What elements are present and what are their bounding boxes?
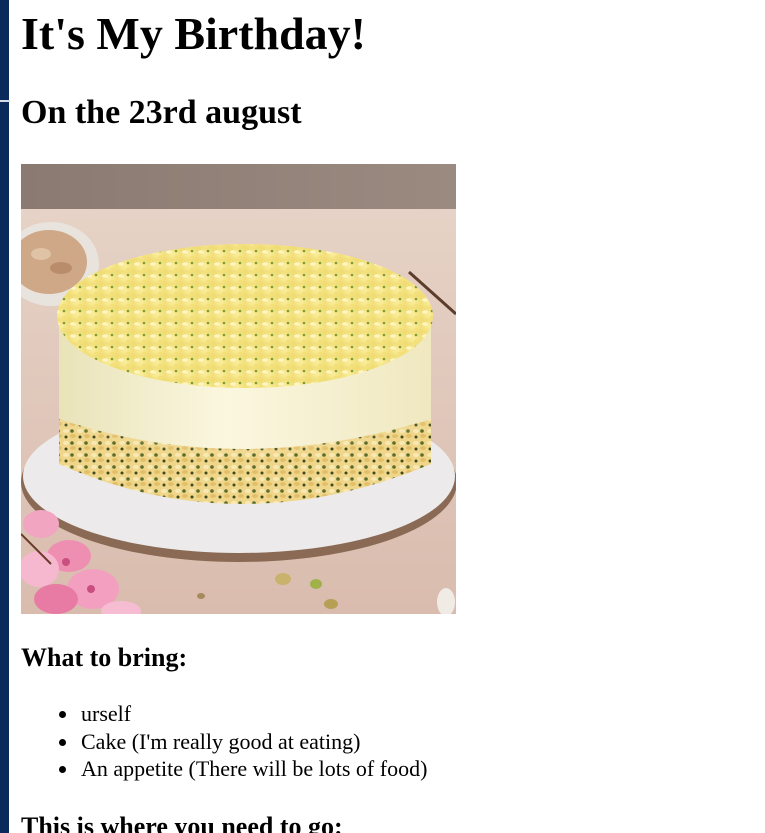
page-title: It's My Birthday! [21, 8, 366, 59]
cake-photo [21, 164, 456, 614]
list-item: An appetite (There will be lots of food) [58, 756, 428, 781]
left-edge-bar [0, 0, 9, 833]
what-to-bring-heading: What to bring: [21, 643, 188, 672]
left-edge-marker [0, 100, 10, 102]
list-item: Cake (I'm really good at eating) [58, 728, 427, 756]
bring-list: urself Cake (I'm really good at eating) … [21, 700, 427, 783]
list-item: urself [58, 700, 427, 728]
where-to-go-heading: This is where you need to go: [21, 812, 343, 833]
page-subtitle: On the 23rd august [21, 94, 302, 131]
